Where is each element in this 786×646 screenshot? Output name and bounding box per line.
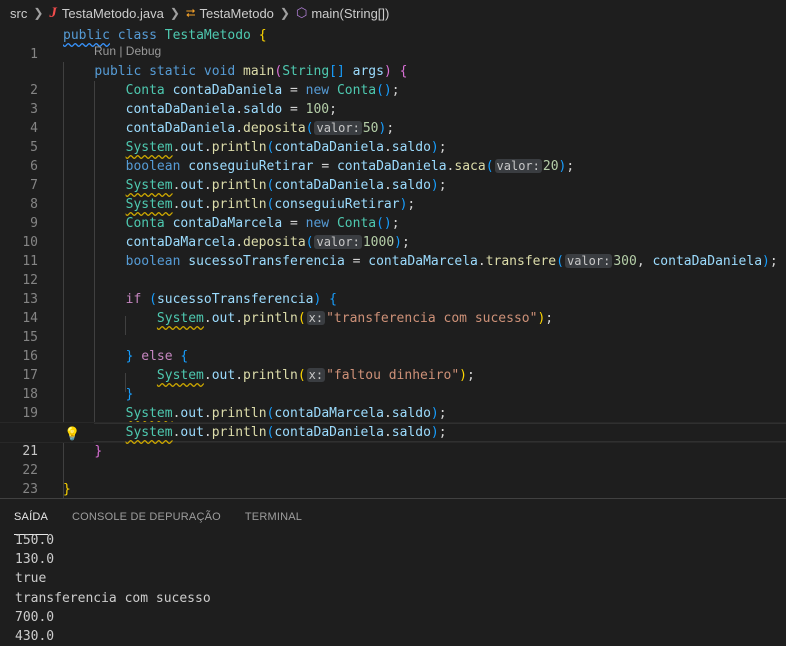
code-line-20[interactable]: 20 System.out.println(contaDaMarcela.sal… <box>0 404 786 440</box>
output-line: true <box>15 571 47 587</box>
code-line-2[interactable]: 2 public static void main(String[] args)… <box>0 62 786 98</box>
output-line: transferencia com sucesso <box>15 590 211 606</box>
parameter-hint: valor: <box>314 235 362 249</box>
code-line-3[interactable]: 3 Conta contaDaDaniela = new Conta(); <box>0 81 786 117</box>
parameter-hint: valor: <box>494 159 542 173</box>
output-line: 700.0 <box>15 609 55 625</box>
keyword: public <box>94 64 142 79</box>
code-line-12[interactable]: 12 boolean sucessoTransferencia = contaD… <box>0 252 786 288</box>
breadcrumb-method[interactable]: ⬡ main(String[]) <box>296 5 389 21</box>
output-line: 150.0 <box>15 533 55 548</box>
code-line-13[interactable]: 13 <box>0 271 786 307</box>
code-line-16[interactable]: 16 <box>0 328 786 364</box>
output-line: 430.0 <box>15 629 55 645</box>
breadcrumb: src ❯ J TestaMetodo.java ❯ ⮂ TestaMetodo ❯… <box>0 0 786 26</box>
parameter-hint: x: <box>306 368 326 382</box>
bottom-panel: SAÍDA CONSOLE DE DEPURAÇÃO TERMINAL 150.… <box>0 498 786 646</box>
breadcrumb-file[interactable]: J TestaMetodo.java <box>49 5 163 22</box>
chevron-right-icon: ❯ <box>279 6 290 20</box>
code-line-4[interactable]: 4 contaDaDaniela.saldo = 100; <box>0 100 786 136</box>
code-line-21[interactable]: 21 💡 System.out.println(contaDaDaniela.s… <box>0 422 786 459</box>
parameter-hint: x: <box>306 311 326 325</box>
java-file-icon: J <box>49 4 57 21</box>
chevron-right-icon: ❯ <box>169 6 180 20</box>
code-line-8[interactable]: 8 System.out.println(contaDaDaniela.sald… <box>0 176 786 212</box>
code-line-19[interactable]: 19 } <box>0 385 786 421</box>
panel-tabs: SAÍDA CONSOLE DE DEPURAÇÃO TERMINAL <box>0 499 786 535</box>
brace: { <box>258 28 267 43</box>
output-log[interactable]: 150.0 130.0 true transferencia com sucesso 7… <box>15 531 211 646</box>
code-line-15[interactable]: 15 System.out.println(x: "transferencia c… <box>0 309 786 345</box>
tab-terminal[interactable]: TERMINAL <box>245 499 302 535</box>
tab-output[interactable]: SAÍDA <box>14 499 49 535</box>
method-symbol-icon: ⬡ <box>295 5 308 20</box>
keyword: class <box>117 28 157 43</box>
parameter-hint: valor: <box>564 254 613 268</box>
code-editor[interactable]: 1 public class TestaMetodo { Run | Debug… <box>0 26 786 516</box>
class-symbol-icon: ⮂ <box>185 5 196 20</box>
code-line-5[interactable]: 5 contaDaDaniela.deposita(valor: 50); <box>0 119 786 155</box>
keyword: void <box>203 64 236 79</box>
code-line-9[interactable]: 9 System.out.println(conseguiuRetirar); <box>0 195 786 231</box>
code-line-10[interactable]: 10 Conta contaDaMarcela = new Conta(); <box>0 214 786 250</box>
output-line: 130.0 <box>15 552 55 568</box>
keyword: static <box>149 64 197 79</box>
code-line-11[interactable]: 11 contaDaMarcela.deposita(valor: 1000); <box>0 233 786 269</box>
code-line-17[interactable]: 17 } else { <box>0 347 786 383</box>
code-line-23[interactable]: 23 <box>0 461 786 497</box>
code-line-14[interactable]: 14 if (sucessoTransferencia) { <box>0 290 786 326</box>
method-name: main <box>243 64 275 79</box>
breadcrumb-folder[interactable]: src <box>10 6 27 21</box>
run-debug-codelens[interactable]: Run | Debug <box>94 43 161 60</box>
code-line-24[interactable]: 24 } <box>0 480 786 516</box>
breadcrumb-class[interactable]: ⮂ TestaMetodo <box>186 6 274 21</box>
keyword: public <box>63 28 110 43</box>
tab-debug-console[interactable]: CONSOLE DE DEPURAÇÃO <box>72 499 221 535</box>
code-line-18[interactable]: 18 System.out.println(x: "faltou dinheiro… <box>0 366 786 402</box>
code-line-22[interactable]: 22 } <box>0 442 786 478</box>
class-name: TestaMetodo <box>164 28 251 43</box>
code-line-6[interactable]: 6 System.out.println(contaDaDaniela.sald… <box>0 138 786 174</box>
code-line-7[interactable]: 7 boolean conseguiuRetirar = contaDaDani… <box>0 157 786 193</box>
chevron-right-icon: ❯ <box>33 6 44 20</box>
parameter-hint: valor: <box>314 121 362 135</box>
